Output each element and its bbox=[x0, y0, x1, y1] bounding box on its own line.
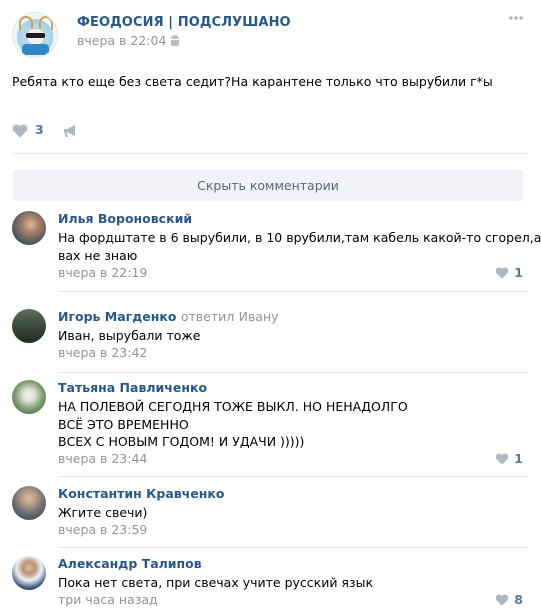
comment-divider bbox=[58, 476, 529, 477]
comment-text-line: На фордштате в 6 вырубили, в 10 врубили,… bbox=[58, 230, 541, 245]
more-horizontal-icon[interactable] bbox=[509, 16, 523, 20]
comment-text-line: Пока нет света, при свечах учите русский… bbox=[58, 575, 374, 590]
comment-date[interactable]: вчера в 23:42 bbox=[58, 345, 147, 360]
reply-to-link[interactable]: Ивану bbox=[239, 309, 279, 324]
scarf-decoration bbox=[22, 44, 49, 55]
comment-item: Александр Талипов Пока нет света, при св… bbox=[12, 556, 529, 608]
group-avatar[interactable] bbox=[12, 12, 58, 58]
comment-author[interactable]: Илья Вороновский bbox=[58, 211, 192, 226]
antler-right-decoration bbox=[39, 16, 53, 30]
comment-text-line: Жгите свечи) bbox=[58, 505, 148, 520]
comment-like[interactable]: 1 bbox=[495, 451, 523, 466]
heart-icon bbox=[496, 453, 509, 465]
comment-like-count: 1 bbox=[514, 265, 523, 280]
group-name-link[interactable]: ФЕОДОСИЯ | ПОДСЛУШАНО bbox=[77, 15, 291, 30]
comment-date[interactable]: вчера в 23:44 bbox=[58, 451, 147, 466]
heart-icon[interactable] bbox=[12, 123, 28, 138]
hide-comments-button[interactable]: Скрыть комментарии bbox=[13, 170, 523, 201]
avatar[interactable] bbox=[12, 556, 46, 590]
comment-item: Игорь Магденко ответил Ивану Иван, выруб… bbox=[12, 309, 529, 373]
comment-author-name[interactable]: Игорь Магденко bbox=[58, 309, 176, 324]
comment-date[interactable]: три часа назад bbox=[58, 592, 158, 607]
comment-text-line: Иван, вырубали тоже bbox=[58, 328, 201, 343]
comment-divider bbox=[58, 372, 529, 373]
comment-author[interactable]: Константин Кравченко bbox=[58, 486, 224, 501]
comment-author[interactable]: Александр Талипов bbox=[58, 556, 202, 571]
avatar[interactable] bbox=[12, 380, 46, 414]
comment-like-count: 8 bbox=[514, 592, 523, 607]
comment-divider bbox=[58, 291, 529, 292]
comment-text: На фордштате в 6 вырубили, в 10 врубили,… bbox=[58, 229, 541, 264]
comment-text: НА ПОЛЕВОЙ СЕГОДНЯ ТОЖЕ ВЫКЛ. НО НЕНАДОЛ… bbox=[58, 398, 408, 451]
android-icon bbox=[170, 35, 180, 46]
post-divider bbox=[12, 153, 529, 154]
comment-item: Татьяна Павличенко НА ПОЛЕВОЙ СЕГОДНЯ ТО… bbox=[12, 380, 529, 477]
comment-item: Константин Кравченко Жгите свечи) вчера … bbox=[12, 486, 529, 548]
comment-date[interactable]: вчера в 22:19 bbox=[58, 265, 147, 280]
comment-item: Илья Вороновский На фордштате в 6 выруби… bbox=[12, 211, 541, 292]
comment-text: Иван, вырубали тоже bbox=[58, 327, 200, 345]
avatar[interactable] bbox=[12, 309, 46, 343]
post-text: Ребята кто еще без света седит?На карант… bbox=[12, 74, 493, 89]
comment-like[interactable]: 8 bbox=[495, 592, 523, 607]
comment-text-line: вах не знаю bbox=[58, 247, 138, 263]
post-like-count[interactable]: 3 bbox=[35, 122, 44, 137]
comment-like[interactable]: 1 bbox=[495, 265, 523, 280]
comment-text: Жгите свечи) bbox=[58, 504, 147, 522]
comment-date[interactable]: вчера в 23:59 bbox=[58, 522, 147, 537]
avatar[interactable] bbox=[12, 211, 46, 245]
comment-text-line: НА ПОЛЕВОЙ СЕГОДНЯ ТОЖЕ ВЫКЛ. НО НЕНАДОЛ… bbox=[58, 399, 408, 414]
comment-text-line: ВСЕХ С НОВЫМ ГОДОМ! И УДАЧИ ))))) bbox=[58, 434, 305, 449]
post-actions: 3 bbox=[12, 120, 212, 140]
comment-author[interactable]: Татьяна Павличенко bbox=[58, 380, 207, 395]
comment-like-count: 1 bbox=[514, 451, 523, 466]
heart-icon bbox=[496, 594, 509, 606]
post-header: ФЕОДОСИЯ | ПОДСЛУШАНО вчера в 22:04 bbox=[12, 12, 529, 58]
post-time[interactable]: вчера в 22:04 bbox=[77, 33, 180, 48]
comment-text-line: ВСЁ ЭТО ВРЕМЕННО bbox=[58, 416, 189, 432]
comment-author: Игорь Магденко ответил Ивану bbox=[58, 309, 279, 324]
megaphone-icon[interactable] bbox=[63, 123, 79, 137]
heart-icon bbox=[496, 267, 509, 279]
comment-divider bbox=[58, 547, 529, 548]
avatar[interactable] bbox=[12, 486, 46, 520]
replied-label: ответил bbox=[180, 309, 235, 324]
glasses-decoration bbox=[26, 33, 45, 38]
post-time-text[interactable]: вчера в 22:04 bbox=[77, 33, 166, 48]
comment-text: Пока нет света, при свечах учите русский… bbox=[58, 574, 373, 592]
